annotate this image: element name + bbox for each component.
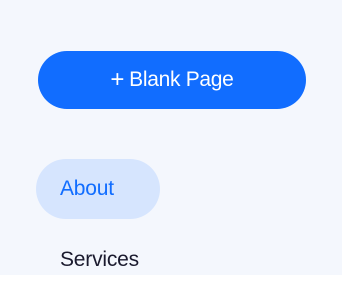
- page-item-label: Services: [60, 248, 139, 271]
- page-item-about[interactable]: About: [36, 159, 160, 219]
- add-blank-page-button[interactable]: + Blank Page: [38, 51, 306, 109]
- page-item-services[interactable]: Services: [36, 230, 236, 290]
- pages-panel: + Blank Page About Services: [0, 0, 342, 275]
- plus-icon: +: [110, 66, 125, 93]
- page-item-label: About: [60, 177, 114, 200]
- add-blank-page-label: Blank Page: [129, 68, 234, 91]
